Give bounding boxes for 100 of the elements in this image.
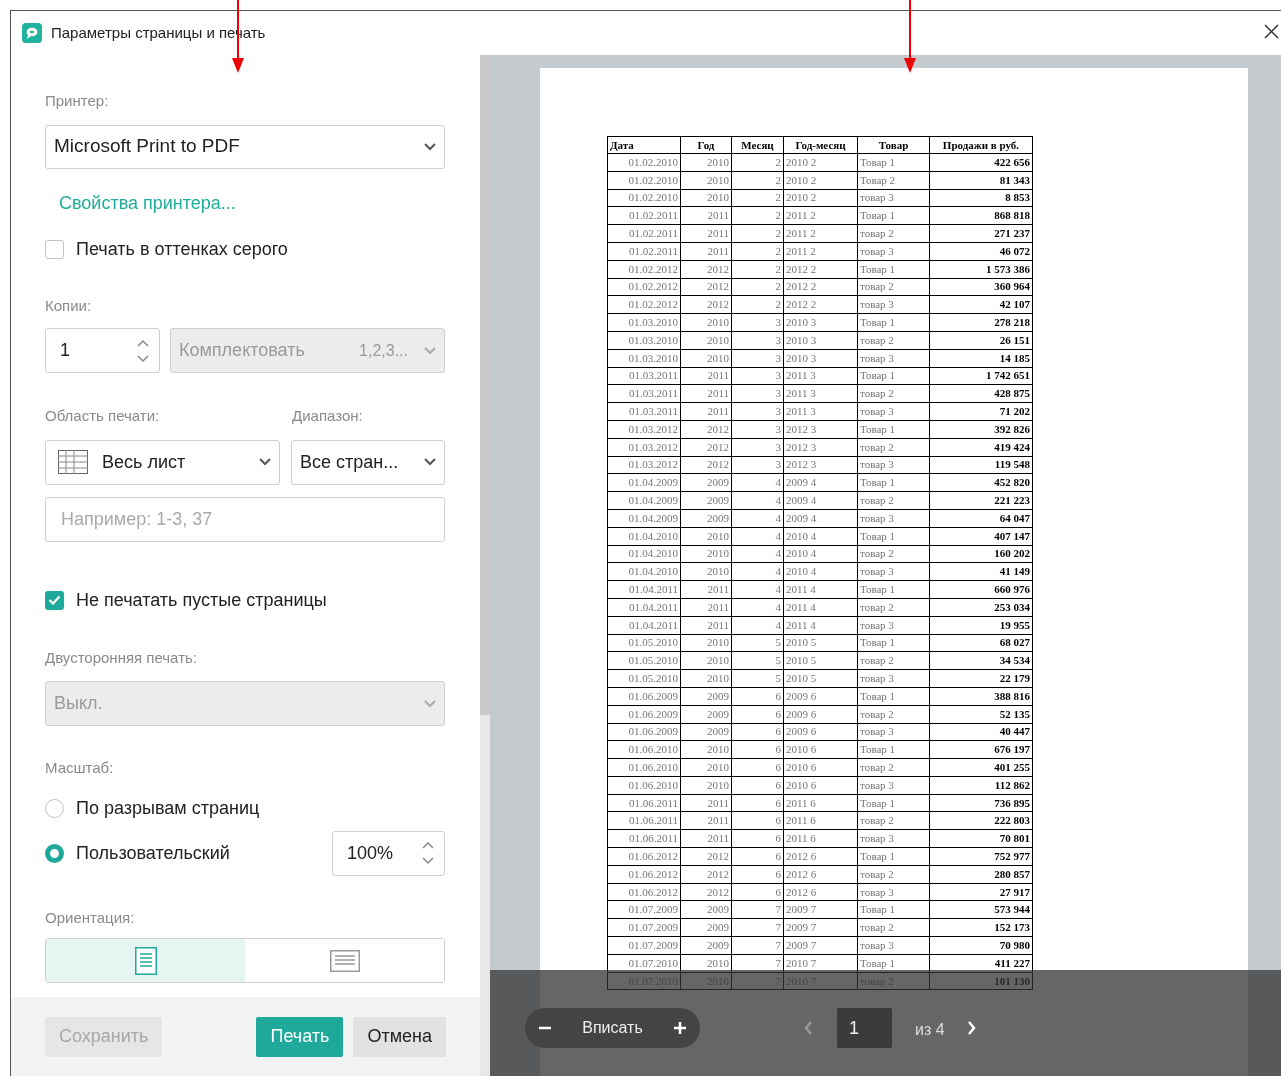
checkbox[interactable] xyxy=(45,590,64,610)
table-cell: 01.06.2009 xyxy=(607,705,681,723)
table-cell: 7 xyxy=(731,900,784,919)
table-cell: товар 3 xyxy=(857,456,930,474)
zoom-label: Вписать xyxy=(582,1018,643,1038)
table-cell: 2011 xyxy=(680,616,732,634)
table-cell: 2009 xyxy=(680,687,732,706)
table-cell: 2012 xyxy=(680,456,732,474)
orientation-tab[interactable] xyxy=(46,939,245,982)
table-cell: 6 xyxy=(731,865,784,884)
table-cell: 2011 3 xyxy=(783,402,858,421)
table-cell: 2010 3 xyxy=(783,349,858,368)
radio-button[interactable] xyxy=(45,843,64,863)
table-cell: 1 742 651 xyxy=(929,367,1033,385)
table-cell: 01.05.2010 xyxy=(607,634,681,652)
table-cell: 2010 xyxy=(680,740,732,759)
field-label: Область печати: xyxy=(45,406,161,426)
table-cell: 42 107 xyxy=(929,295,1033,314)
close-icon[interactable] xyxy=(1264,24,1279,39)
table-cell: Товар 1 xyxy=(857,900,930,919)
table-cell: 14 185 xyxy=(929,349,1033,368)
table-cell: Товар 1 xyxy=(857,794,930,812)
table-cell: Товар 1 xyxy=(857,260,930,279)
table-cell: 2010 5 xyxy=(783,634,858,652)
next-page-icon[interactable] xyxy=(967,1021,976,1035)
table-cell: 676 197 xyxy=(929,740,1033,759)
table-cell: 2012 3 xyxy=(783,456,858,474)
previous-page-icon[interactable] xyxy=(804,1021,813,1035)
plus-icon[interactable] xyxy=(674,1022,686,1034)
table-cell: 2010 xyxy=(680,545,732,563)
table-cell: 3 xyxy=(731,402,784,421)
table-cell: 01.03.2010 xyxy=(607,349,681,368)
table-cell: 388 816 xyxy=(929,687,1033,706)
table-cell: товар 3 xyxy=(857,616,930,634)
table-cell: 3 xyxy=(731,331,784,350)
table-cell: 2012 xyxy=(680,883,732,901)
table-cell: 3 xyxy=(731,456,784,474)
table-cell: 41 149 xyxy=(929,562,1033,581)
table-cell: 68 027 xyxy=(929,634,1033,652)
print-area-select[interactable]: Весь лист xyxy=(45,439,280,485)
copies-field[interactable]: 1 xyxy=(45,328,160,373)
scale-field[interactable]: 100% xyxy=(332,830,445,876)
table-cell: Товар 1 xyxy=(857,580,930,599)
table-cell: 152 173 xyxy=(929,918,1033,937)
table-cell: 112 862 xyxy=(929,776,1033,795)
table-cell: 6 xyxy=(731,847,784,866)
table-cell: 2009 4 xyxy=(783,473,858,492)
table-cell: Товар 1 xyxy=(857,420,930,439)
table-cell: 2009 xyxy=(680,900,732,919)
radio-button[interactable] xyxy=(45,798,64,818)
chevron-down-icon xyxy=(424,458,436,466)
table-cell: 01.04.2009 xyxy=(607,509,681,528)
table-cell: Товар 1 xyxy=(857,634,930,652)
table-cell: 2 xyxy=(731,224,784,243)
table-cell: 2009 6 xyxy=(783,705,858,723)
table-cell: 01.04.2011 xyxy=(607,580,681,599)
table-cell: 2012 6 xyxy=(783,883,858,901)
table-cell: 01.02.2011 xyxy=(607,224,681,243)
table-cell: 6 xyxy=(731,758,784,777)
page-number-field[interactable]: 1 xyxy=(837,1008,892,1048)
table-cell: товар 3 xyxy=(857,669,930,688)
table-cell: 407 147 xyxy=(929,527,1033,546)
table-cell: 2010 6 xyxy=(783,740,858,759)
table-cell: 01.02.2012 xyxy=(607,260,681,279)
table-cell: товар 3 xyxy=(857,936,930,955)
table-cell: 5 xyxy=(731,669,784,688)
table-cell: товар 2 xyxy=(857,438,930,457)
checkbox-label: Печать в оттенках серого xyxy=(76,237,288,261)
checkbox-label: Не печатать пустые страницы xyxy=(76,588,327,612)
table-cell: 2011 2 xyxy=(783,242,858,261)
table-cell: товар 2 xyxy=(857,598,930,617)
table-cell: товар 2 xyxy=(857,812,930,830)
table-cell: 2011 3 xyxy=(783,367,858,385)
table-cell: 3 xyxy=(731,349,784,368)
table-cell: 01.03.2011 xyxy=(607,367,681,385)
table-cell: Товар 1 xyxy=(857,473,930,492)
table-cell: 2009 4 xyxy=(783,491,858,510)
table-cell: 01.06.2010 xyxy=(607,776,681,795)
table-cell: товар 2 xyxy=(857,705,930,723)
table-cell: 46 072 xyxy=(929,242,1033,261)
table-cell: 2011 6 xyxy=(783,812,858,830)
table-cell: 01.05.2010 xyxy=(607,669,681,688)
table-cell: 22 179 xyxy=(929,669,1033,688)
table-cell: 01.07.2009 xyxy=(607,900,681,919)
table-cell: Товар 1 xyxy=(857,687,930,706)
table-cell: 01.04.2009 xyxy=(607,491,681,510)
table-cell: товар 2 xyxy=(857,865,930,884)
printer-select[interactable]: Microsoft Print to PDF xyxy=(45,124,445,169)
table-cell: 01.06.2009 xyxy=(607,687,681,706)
table-cell: 2010 xyxy=(680,562,732,581)
table-cell: товар 3 xyxy=(857,562,930,581)
table-cell: товар 2 xyxy=(857,918,930,937)
page-count: из 4 xyxy=(915,1020,945,1040)
table-cell: 2012 xyxy=(680,847,732,866)
checkbox[interactable] xyxy=(45,239,64,259)
cancel-button[interactable]: Отмена xyxy=(353,1016,446,1057)
table-cell: 2010 xyxy=(680,758,732,777)
range-select[interactable]: Все стран... xyxy=(291,439,445,485)
pages-input[interactable]: Например: 1-3, 37 xyxy=(45,496,445,542)
scrollbar-thumb[interactable] xyxy=(480,55,490,715)
